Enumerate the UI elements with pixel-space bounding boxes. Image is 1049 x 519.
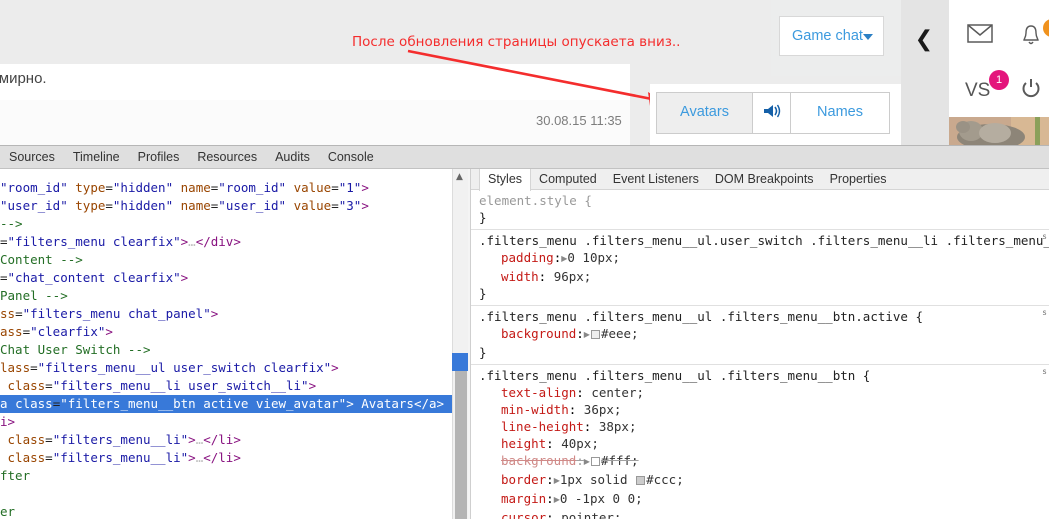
speaker-icon-glyph [763, 104, 780, 118]
style-declaration[interactable]: margin:▶0 -1px 0 0; [479, 490, 1049, 509]
dom-tree-line[interactable]: Content --> [0, 251, 452, 269]
power-icon[interactable] [1021, 78, 1041, 106]
screenshot-root: ел мирно. 30.08.15 11:35 После обновлени… [0, 0, 1049, 519]
tab-event-listeners[interactable]: Event Listeners [605, 169, 707, 190]
message-badge: 1 [989, 70, 1009, 90]
avatar-photo [949, 117, 1049, 145]
speaker-icon[interactable] [753, 93, 791, 133]
dom-tree-line[interactable]: i> [0, 413, 452, 431]
dom-tree-line[interactable]: class="filters_menu__li">…</li> [0, 449, 452, 467]
bell-icon[interactable] [1021, 24, 1041, 52]
chevron-left-icon[interactable]: ❮ [911, 27, 937, 53]
style-rule-selector: .filters_menu .filters_menu__ul.user_swi… [479, 233, 1049, 248]
devtools-tabbar: Sources Timeline Profiles Resources Audi… [0, 146, 1049, 169]
style-declaration[interactable]: height: 40px; [479, 435, 1049, 452]
style-rule-selector: element.style { [479, 193, 592, 208]
user-switch-group: Avatars Names [656, 92, 890, 134]
style-rule-close-brace: } [479, 210, 487, 225]
style-rule[interactable]: .filters_menu .filters_menu__ul .filters… [471, 306, 1049, 365]
game-chat-label: Game chat [792, 28, 863, 44]
game-chat-dropdown[interactable]: Game chat [779, 16, 884, 56]
chat-message-text: ел мирно. [0, 70, 47, 87]
dom-tree-line[interactable]: class="filters_menu__li user_switch__li"… [0, 377, 452, 395]
tab-profiles[interactable]: Profiles [129, 146, 189, 169]
style-declaration[interactable]: background:▶ #fff; [479, 452, 1049, 471]
stylesheet-source-link[interactable]: s [1031, 309, 1047, 317]
dom-tree-panel[interactable]: "room_id" type="hidden" name="room_id" v… [0, 169, 452, 519]
style-declaration[interactable]: cursor: pointer; [479, 509, 1049, 519]
devtools-panel: Sources Timeline Profiles Resources Audi… [0, 145, 1049, 519]
style-declaration[interactable]: text-align: center; [479, 384, 1049, 401]
dom-tree-line[interactable]: er [0, 503, 452, 519]
tab-properties[interactable]: Properties [822, 169, 895, 190]
bell-icon-glyph [1023, 25, 1039, 45]
styles-panel: Styles Computed Event Listeners DOM Brea… [471, 169, 1049, 519]
mail-icon-glyph [967, 24, 993, 43]
tab-resources[interactable]: Resources [188, 146, 266, 169]
dom-tree-line[interactable]: fter [0, 467, 452, 485]
mail-icon[interactable] [967, 24, 993, 49]
tab-dom-breakpoints[interactable]: DOM Breakpoints [707, 169, 822, 190]
style-declaration[interactable]: border:▶1px solid #ccc; [479, 471, 1049, 490]
tab-computed[interactable]: Computed [531, 169, 605, 190]
power-icon-glyph [1022, 79, 1040, 98]
style-rule[interactable]: .filters_menu .filters_menu__ul .filters… [471, 365, 1049, 519]
dom-tree-scrollbar[interactable]: ▲ [452, 169, 468, 519]
vs-label[interactable]: VS [965, 80, 990, 102]
tab-console[interactable]: Console [319, 146, 383, 169]
dom-tree-line[interactable]: "user_id" type="hidden" name="user_id" v… [0, 197, 452, 215]
dom-tree-line[interactable] [0, 169, 452, 179]
dom-tree-line[interactable]: Panel --> [0, 287, 452, 305]
dom-tree-line[interactable]: Chat User Switch --> [0, 341, 452, 359]
dom-tree-line[interactable]: class="filters_menu__li">…</li> [0, 431, 452, 449]
dom-tree-line[interactable] [0, 485, 452, 503]
style-rule-close-brace: } [479, 345, 487, 360]
dom-tree-line[interactable]: ="chat_content clearfix"> [0, 269, 452, 287]
collapse-zone [901, 0, 949, 145]
caret-down-icon [863, 34, 873, 40]
dom-tree-line[interactable]: "room_id" type="hidden" name="room_id" v… [0, 179, 452, 197]
style-rule-selector: .filters_menu .filters_menu__ul .filters… [479, 368, 871, 383]
style-declaration[interactable]: width: 96px; [479, 268, 1049, 285]
stylesheet-source-link[interactable]: s [1031, 368, 1047, 376]
dom-tree-line-selected[interactable]: a class="filters_menu__btn active view_a… [0, 395, 452, 413]
scrollbar-thumb[interactable] [455, 364, 467, 519]
style-declaration[interactable]: background:▶ #eee; [479, 325, 1049, 344]
styles-tabbar: Styles Computed Event Listeners DOM Brea… [471, 169, 1049, 191]
style-rule-selector: .filters_menu .filters_menu__ul .filters… [479, 309, 924, 324]
style-declaration[interactable]: line-height: 38px; [479, 418, 1049, 435]
styles-rules-list: element.style {} .filters_menu .filters_m… [471, 190, 1049, 519]
tab-audits[interactable]: Audits [266, 146, 319, 169]
tab-timeline[interactable]: Timeline [64, 146, 129, 169]
style-declaration[interactable]: min-width: 36px; [479, 401, 1049, 418]
selection-highlight-edge [452, 353, 468, 371]
dom-tree-line[interactable]: lass="filters_menu__ul user_switch clear… [0, 359, 452, 377]
right-rail: VS 1 [949, 0, 1049, 145]
scroll-up-icon[interactable]: ▲ [456, 172, 463, 182]
style-rule-close-brace: } [479, 286, 487, 301]
dom-tree-line[interactable]: ss="filters_menu chat_panel"> [0, 305, 452, 323]
dom-tree-line[interactable]: ass="clearfix"> [0, 323, 452, 341]
style-rule[interactable]: element.style {} [471, 190, 1049, 230]
tab-styles[interactable]: Styles [479, 169, 532, 191]
avatars-button[interactable]: Avatars [657, 93, 753, 133]
chat-panel-controls: Avatars Names [650, 84, 901, 145]
right-rail-icons: VS 1 [949, 12, 1049, 101]
annotation-arrow [407, 49, 678, 141]
dom-tree-line[interactable]: --> [0, 215, 452, 233]
names-button[interactable]: Names [791, 93, 889, 133]
tab-sources[interactable]: Sources [0, 146, 64, 169]
web-page-region: ел мирно. 30.08.15 11:35 После обновлени… [0, 0, 1049, 145]
notification-badge-orange [1043, 19, 1049, 37]
dom-tree-line[interactable]: ="filters_menu clearfix">…</div> [0, 233, 452, 251]
stylesheet-source-link[interactable]: s [1031, 233, 1047, 241]
avatar[interactable] [949, 117, 1049, 145]
style-declaration[interactable]: padding:▶0 10px; [479, 249, 1049, 268]
style-rule[interactable]: .filters_menu .filters_menu__ul.user_swi… [471, 230, 1049, 306]
dom-tree-lines: "room_id" type="hidden" name="room_id" v… [0, 169, 452, 519]
